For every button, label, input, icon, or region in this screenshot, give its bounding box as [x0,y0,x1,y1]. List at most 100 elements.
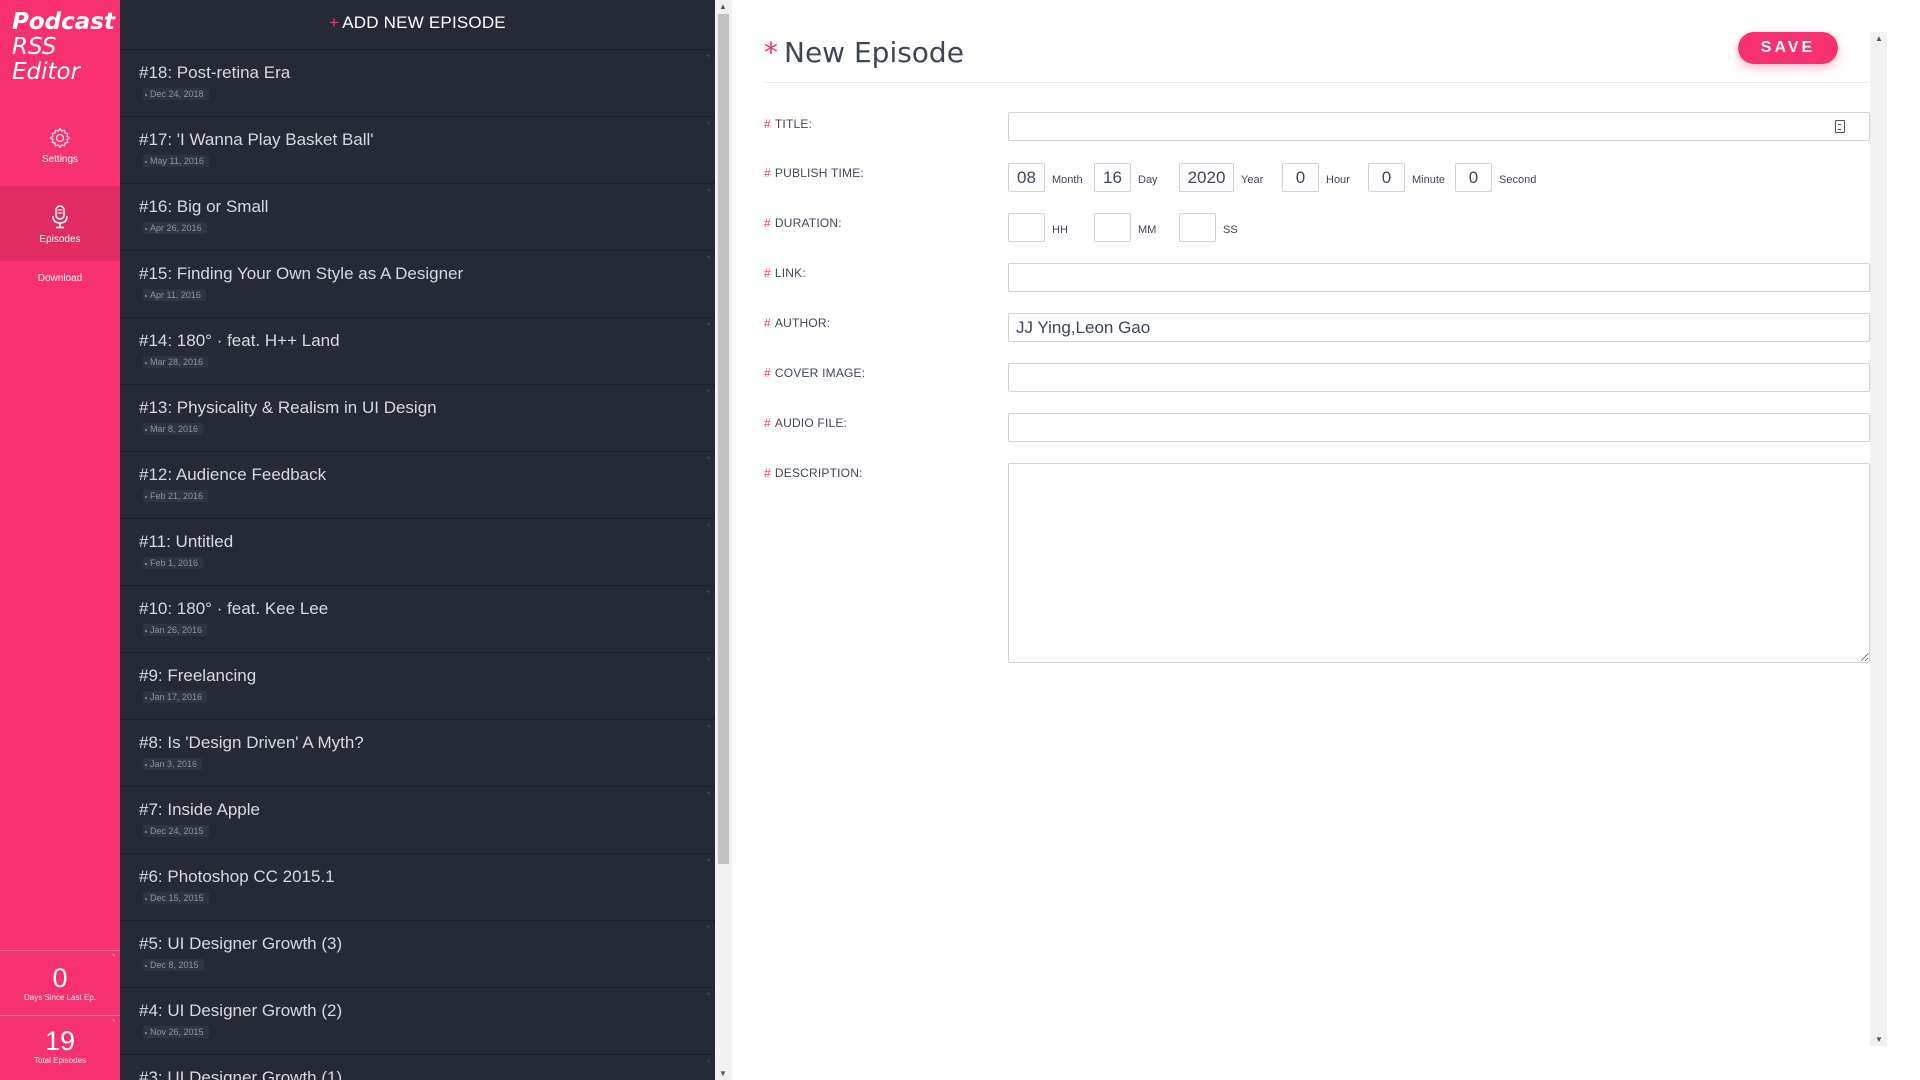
editor-scrollbar[interactable]: ▲ ▼ [1870,32,1887,1046]
episode-corner-mark: ⌝ [706,322,710,331]
duration-hh-label: HH [1052,224,1068,236]
episode-title: #4: UI Designer Growth (2) [139,1001,343,1020]
audio-file-label: # AUDIO FILE: [764,416,848,430]
episode-editor: * New Episode SAVE # TITLE: # PUBLISH TIME:… [732,0,1920,1080]
month-input[interactable]: 08 [1008,163,1045,192]
app-logo: Podcast RSS Editor [12,10,115,85]
author-label: # AUTHOR: [764,316,831,330]
episode-corner-mark: ⌝ [706,791,710,800]
episode-corner-mark: ⌝ [706,456,710,465]
hour-input[interactable]: 0 [1282,163,1319,192]
title-input[interactable] [1008,112,1870,141]
day-label: Day [1138,174,1158,186]
month-label: Month [1052,174,1083,186]
episode-date-badge: Dec 8, 2015 [143,959,204,971]
scrollbar-thumb[interactable] [718,14,729,864]
episode-list-item[interactable]: #3: UI Designer Growth (1) ⌝ [120,1055,715,1080]
title-label: # TITLE: [764,117,813,131]
audio-file-label-text: AUDIO FILE: [774,416,848,430]
nav-download-label: Download [37,273,83,284]
episode-list-item[interactable]: #12: Audience Feedback Feb 21, 2016 ⌝ [120,452,715,519]
minute-input[interactable]: 0 [1368,163,1405,192]
save-button[interactable]: SAVE [1738,32,1838,64]
publish-time-label-text: PUBLISH TIME: [774,166,864,180]
scroll-down-arrow-icon[interactable]: ▼ [1875,1035,1883,1044]
autofill-icon[interactable] [1835,120,1845,133]
description-textarea[interactable] [1008,463,1870,663]
duration-mm-label: MM [1138,224,1157,236]
cover-image-input[interactable] [1008,363,1870,392]
nav-settings[interactable]: Settings [0,126,120,184]
episode-date-badge: Nov 26, 2015 [143,1026,209,1038]
stat-days-value: 0 [52,963,68,993]
minute-label: Minute [1412,174,1446,186]
episode-title: #8: Is 'Design Driven' A Myth? [139,733,364,752]
episode-list-item[interactable]: #14: 180° · feat. H++ Land Mar 28, 2016 ⌝ [120,318,715,385]
episode-title: #6: Photoshop CC 2015.1 [139,867,335,886]
stat-total-label: Total Episodes [33,1056,87,1065]
second-label: Second [1499,174,1537,186]
episode-corner-mark: ⌝ [706,121,710,130]
episode-list-item[interactable]: #8: Is 'Design Driven' A Myth? Jan 3, 201… [120,720,715,787]
episode-date-badge: Mar 8, 2016 [143,423,204,435]
episode-list-item[interactable]: #6: Photoshop CC 2015.1 Dec 15, 2015 ⌝ [120,854,715,921]
episode-list-item[interactable]: #17: 'I Wanna Play Basket Ball' May 11, 2… [120,117,715,184]
episode-list-item[interactable]: #11: Untitled Feb 1, 2016 ⌝ [120,519,715,586]
episode-date-badge: Jan 26, 2016 [143,624,208,636]
add-new-episode-button[interactable]: + ADD NEW EPISODE [120,0,715,50]
scroll-up-arrow-icon[interactable]: ▲ [1875,34,1883,43]
scroll-up-arrow-icon[interactable]: ▲ [719,2,727,11]
episode-title: #16: Big or Small [139,197,269,216]
episode-date-badge: Feb 1, 2016 [143,557,204,569]
scroll-down-arrow-icon[interactable]: ▼ [719,1069,727,1078]
duration-label: # DURATION: [764,216,842,230]
episode-title: #3: UI Designer Growth (1) [139,1068,343,1080]
episode-date-badge: Jan 17, 2016 [143,691,208,703]
author-input[interactable] [1008,313,1870,342]
episode-title: #9: Freelancing [139,666,257,685]
stat-corner-mark: ⌝ [111,1020,115,1027]
duration-ss-label: SS [1223,224,1238,236]
duration-hh-input[interactable] [1008,213,1045,242]
episode-list-item[interactable]: #13: Physicality & Realism in UI Design M… [120,385,715,452]
heading-divider [764,82,1874,83]
day-input[interactable]: 16 [1094,163,1131,192]
episode-list-item[interactable]: #7: Inside Apple Dec 24, 2015 ⌝ [120,787,715,854]
episode-list-item[interactable]: #4: UI Designer Growth (2) Nov 26, 2015 ⌝ [120,988,715,1055]
episode-title: #18: Post-retina Era [139,63,291,82]
episode-list-item[interactable]: #15: Finding Your Own Style as A Designe… [120,251,715,318]
episode-title: #10: 180° · feat. Kee Lee [139,599,329,618]
second-input[interactable]: 0 [1455,163,1492,192]
episode-date-badge: Mar 28, 2016 [143,356,209,368]
episode-list-item[interactable]: #10: 180° · feat. Kee Lee Jan 26, 2016 ⌝ [120,586,715,653]
episode-corner-mark: ⌝ [706,255,710,264]
link-input[interactable] [1008,263,1870,292]
link-label-text: LINK: [774,266,806,280]
year-input[interactable]: 2020 [1179,163,1234,192]
episode-date-badge: Dec 24, 2018 [143,88,209,100]
stat-total-value: 19 [44,1026,76,1056]
episode-list-item[interactable]: #9: Freelancing Jan 17, 2016 ⌝ [120,653,715,720]
episode-title: #15: Finding Your Own Style as A Designe… [139,264,464,283]
app-rail: Podcast RSS Editor Settings Episodes Dow… [0,0,120,1080]
nav-episodes[interactable]: Episodes [0,186,120,261]
episode-list-scrollbar[interactable]: ▲ ▼ [715,0,732,1080]
episode-title: #7: Inside Apple [139,800,260,819]
duration-ss-input[interactable] [1179,213,1216,242]
nav-download[interactable]: Download [0,273,120,293]
episode-title: #13: Physicality & Realism in UI Design [139,398,437,417]
episode-corner-mark: ⌝ [706,1059,710,1068]
episode-list-item[interactable]: #18: Post-retina Era Dec 24, 2018 ⌝ [120,50,715,117]
episode-list-item[interactable]: #5: UI Designer Growth (3) Dec 8, 2015 ⌝ [120,921,715,988]
cover-image-label: # COVER IMAGE: [764,366,866,380]
episode-date-badge: Jan 3, 2016 [143,758,203,770]
episode-list-item[interactable]: #16: Big or Small Apr 26, 2016 ⌝ [120,184,715,251]
audio-file-input[interactable] [1008,413,1870,442]
duration-mm-input[interactable] [1094,213,1131,242]
episode-corner-mark: ⌝ [706,724,710,733]
description-label-text: DESCRIPTION: [774,466,863,480]
duration-label-text: DURATION: [774,216,842,230]
episode-corner-mark: ⌝ [706,523,710,532]
title-label-text: TITLE: [774,117,813,131]
cover-image-label-text: COVER IMAGE: [774,366,866,380]
